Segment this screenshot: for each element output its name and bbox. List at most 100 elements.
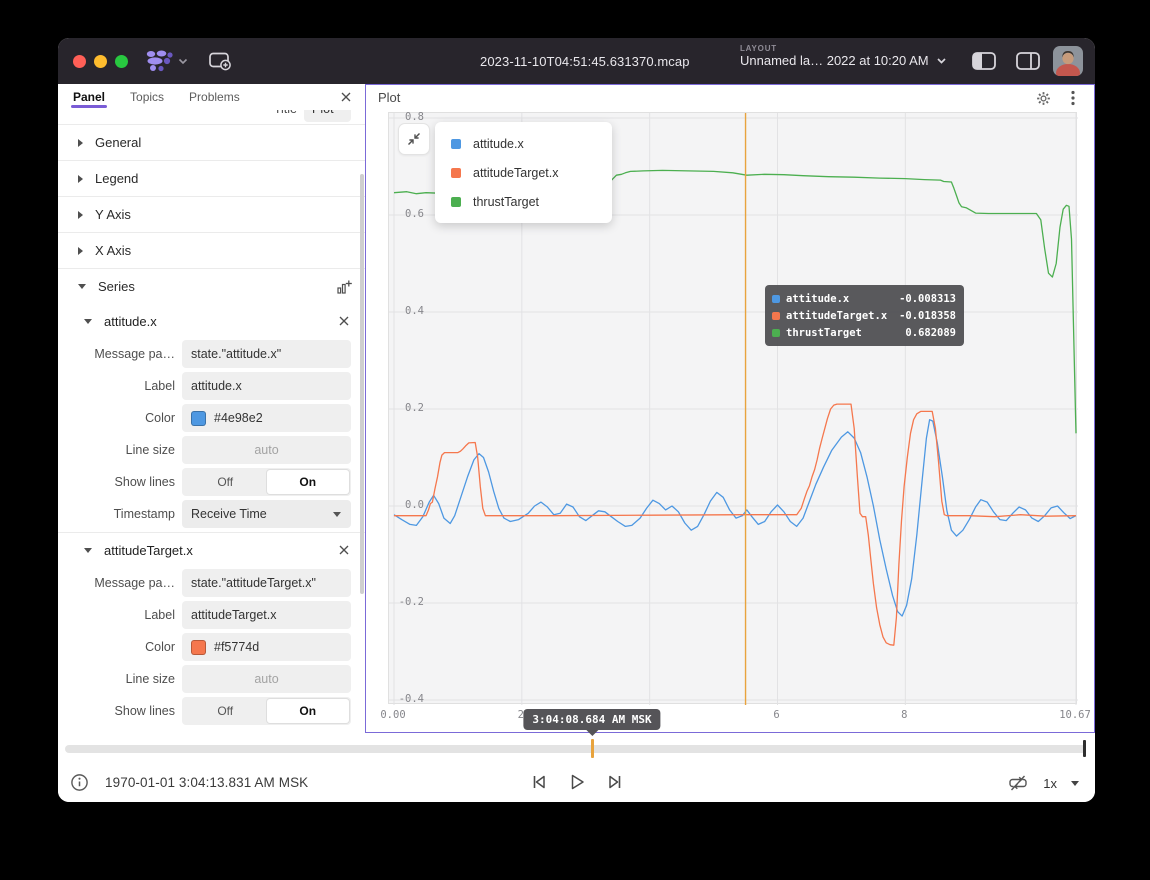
caret-down-icon	[78, 284, 86, 289]
plot-panel: Plot	[365, 84, 1095, 733]
section-general[interactable]: General	[58, 124, 365, 160]
section-legend[interactable]: Legend	[58, 160, 365, 196]
add-window-button[interactable]	[208, 51, 232, 71]
panel-actions	[1034, 89, 1082, 107]
label-input[interactable]: attitudeTarget.x	[182, 601, 351, 629]
series-header-attitude-target-x[interactable]: attitudeTarget.x	[58, 533, 365, 567]
user-avatar[interactable]	[1053, 46, 1083, 76]
y-tick-label: -0.4	[399, 693, 424, 705]
field-color: Color #4e98e2	[58, 402, 365, 434]
layout-label: LAYOUT	[740, 44, 947, 53]
section-x-axis[interactable]: X Axis	[58, 232, 365, 268]
tooltip-row: attitude.x -0.008313	[772, 290, 956, 307]
color-swatch[interactable]	[191, 411, 206, 426]
legend-item-attitude-target-x[interactable]: attitudeTarget.x	[435, 158, 612, 187]
caret-down-icon	[84, 319, 92, 324]
loop-off-icon	[1008, 773, 1028, 793]
show-lines-off-button[interactable]: Off	[184, 470, 267, 494]
series-color-swatch	[772, 295, 780, 303]
app-menu[interactable]	[144, 49, 188, 73]
left-sidebar-toggle-button[interactable]	[971, 51, 997, 76]
main-content: Panel Topics Problems Title Plot	[58, 84, 1095, 733]
data-source-title: 2023-11-10T04:51:45.631370.mcap	[480, 38, 690, 84]
show-lines-off-button[interactable]: Off	[184, 699, 267, 723]
minimize-window-button[interactable]	[94, 55, 107, 68]
scrubber-hover-tooltip: 3:04:08.684 AM MSK	[523, 709, 660, 730]
add-series-button[interactable]	[335, 278, 353, 296]
scrubber-position-marker[interactable]	[1083, 740, 1086, 757]
label-input[interactable]: attitude.x	[182, 372, 351, 400]
line-size-input[interactable]: auto	[182, 665, 351, 693]
x-tick-label: 6	[773, 709, 779, 721]
clipped-title-row: Title Plot	[58, 110, 365, 124]
show-lines-on-button[interactable]: On	[267, 699, 350, 723]
play-button[interactable]	[566, 771, 588, 793]
section-y-axis[interactable]: Y Axis	[58, 196, 365, 232]
field-label: Label attitudeTarget.x	[58, 599, 365, 631]
title-field-input[interactable]: Plot	[304, 110, 351, 122]
data-source-info-button[interactable]	[70, 773, 89, 797]
info-icon	[70, 773, 89, 792]
left-sidebar-icon	[971, 51, 997, 71]
zoom-window-button[interactable]	[115, 55, 128, 68]
tab-problems[interactable]: Problems	[189, 84, 240, 110]
remove-series-button[interactable]	[335, 541, 353, 559]
field-timestamp: Timestamp Receive Time	[58, 498, 365, 530]
show-lines-on-button[interactable]: On	[267, 470, 350, 494]
caret-right-icon	[78, 139, 83, 147]
caret-down-icon	[84, 548, 92, 553]
field-color: Color #f5774d	[58, 631, 365, 663]
field-label: Label attitude.x	[58, 370, 365, 402]
layout-menu[interactable]: LAYOUT Unnamed la… 2022 at 10:20 AM	[740, 44, 947, 68]
series-color-swatch	[451, 139, 461, 149]
skip-forward-icon	[605, 772, 625, 792]
field-message-path: Message pa… state."attitudeTarget.x"	[58, 567, 365, 599]
playback-speed[interactable]: 1x	[1043, 776, 1057, 791]
caret-right-icon	[78, 211, 83, 219]
remove-series-button[interactable]	[335, 312, 353, 330]
legend-item-thrust-target[interactable]: thrustTarget	[435, 187, 612, 216]
message-path-input[interactable]: state."attitude.x"	[182, 340, 351, 368]
speed-dropdown-icon[interactable]	[1071, 781, 1079, 786]
tooltip-row: thrustTarget 0.682089	[772, 324, 956, 341]
foxglove-logo-icon	[144, 49, 174, 73]
playback-scrubber[interactable]	[65, 745, 1086, 753]
avatar-photo	[1053, 46, 1083, 76]
app-window: 2023-11-10T04:51:45.631370.mcap LAYOUT U…	[58, 38, 1095, 802]
sidebar-scrollbar[interactable]	[360, 174, 364, 594]
seek-backward-button[interactable]	[528, 771, 550, 793]
chevron-down-icon	[178, 58, 188, 65]
line-size-input[interactable]: auto	[182, 436, 351, 464]
collapse-legend-button[interactable]	[398, 123, 430, 155]
field-show-lines: Show lines Off On	[58, 466, 365, 498]
right-sidebar-icon	[1015, 51, 1041, 71]
y-tick-label: 0.8	[405, 111, 424, 123]
message-path-input[interactable]: state."attitudeTarget.x"	[182, 569, 351, 597]
series-header-attitude-x[interactable]: attitude.x	[58, 304, 365, 338]
color-swatch[interactable]	[191, 640, 206, 655]
close-sidebar-button[interactable]	[338, 89, 354, 105]
tab-panel[interactable]: Panel	[73, 84, 105, 110]
loop-playback-button[interactable]	[1007, 772, 1029, 794]
panel-menu-button[interactable]	[1064, 89, 1082, 107]
close-window-button[interactable]	[73, 55, 86, 68]
series-color-swatch	[772, 312, 780, 320]
show-lines-toggle: Off On	[182, 468, 351, 496]
kebab-icon	[1071, 90, 1075, 106]
tooltip-row: attitudeTarget.x -0.018358	[772, 307, 956, 324]
color-input[interactable]: #f5774d	[182, 633, 351, 661]
right-sidebar-toggle-button[interactable]	[1015, 51, 1041, 76]
x-tick-label: 10.67	[1059, 709, 1091, 721]
timestamp-select[interactable]: Receive Time	[182, 500, 351, 528]
playback-options: 1x	[1007, 772, 1079, 794]
section-series[interactable]: Series	[58, 268, 365, 304]
titlebar: 2023-11-10T04:51:45.631370.mcap LAYOUT U…	[58, 38, 1095, 84]
legend-item-attitude-x[interactable]: attitude.x	[435, 129, 612, 158]
panel-settings-button[interactable]	[1034, 89, 1052, 107]
color-input[interactable]: #4e98e2	[182, 404, 351, 432]
tab-topics[interactable]: Topics	[130, 84, 164, 110]
seek-forward-button[interactable]	[604, 771, 626, 793]
skip-back-icon	[529, 772, 549, 792]
field-line-size: Line size auto	[58, 663, 365, 695]
field-line-size: Line size auto	[58, 434, 365, 466]
